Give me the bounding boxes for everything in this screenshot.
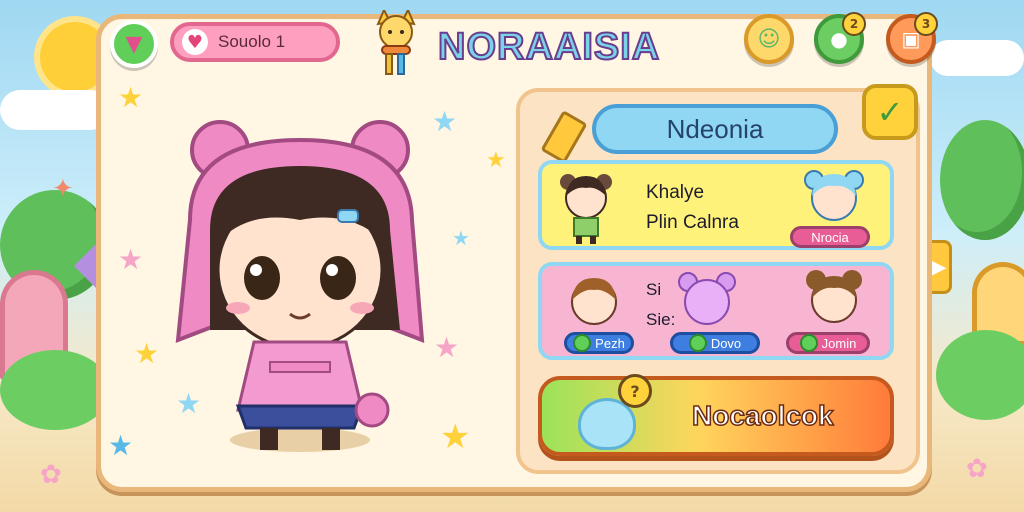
cloud <box>930 40 1024 76</box>
team-card-2[interactable]: Si Sie: Pezh Dovo Jomin <box>538 262 894 360</box>
bush <box>936 330 1024 420</box>
card1-tag: Nrocia <box>790 226 870 248</box>
character-icon: ☺ <box>757 26 781 52</box>
card1-line2: Plin Calnra <box>646 212 739 233</box>
action-button[interactable]: ? Nocaolcok <box>538 374 894 456</box>
panel-title: Ndeonia <box>592 104 838 154</box>
shop-badge: 3 <box>914 12 938 36</box>
check-icon <box>799 334 818 352</box>
check-icon: ✓ <box>876 93 904 131</box>
star-icon: ★ <box>118 81 144 114</box>
team-card-1[interactable]: Khalye Plin Calnra Nrocia <box>538 160 894 250</box>
game-logo: NORAAISIA <box>437 25 661 69</box>
card1-line1: Khalye <box>646 182 705 203</box>
star-icon: ★ <box>486 148 506 173</box>
star-icon: ★ <box>108 429 134 462</box>
avatar-icon <box>804 170 864 221</box>
avatar-icon <box>806 270 862 323</box>
arrow-left-icon[interactable] <box>74 244 96 288</box>
card2-tag-1-label: Pezh <box>595 335 625 351</box>
flower-icon: ✿ <box>40 460 62 490</box>
cloud <box>0 90 110 130</box>
card2-tag-1: Pezh <box>564 332 634 354</box>
card2-line2: Sie: <box>646 310 676 329</box>
help-badge: ? <box>618 374 652 408</box>
cat-mascot-icon <box>376 10 416 75</box>
card2-tag-3-label: Jomin <box>821 335 857 351</box>
avatar-icon <box>560 174 612 244</box>
avatar-icon <box>571 278 617 325</box>
tree <box>940 120 1024 240</box>
score-text: Souolo 1 <box>218 32 286 51</box>
check-icon <box>573 334 592 352</box>
action-button-label: Nocaolcok <box>691 399 834 432</box>
player-character <box>175 120 425 452</box>
confirm-button[interactable]: ✓ <box>862 84 918 140</box>
friends-button[interactable]: ☺ <box>744 14 794 64</box>
card2-tag-2: Dovo <box>670 332 760 354</box>
card2-tag-2-label: Dovo <box>710 335 742 351</box>
check-icon <box>688 334 707 352</box>
filter-funnel-icon: ▼ <box>125 31 143 57</box>
bush <box>0 350 110 430</box>
star-icon: ★ <box>452 226 470 250</box>
heart-icon: ♥ <box>182 29 208 55</box>
coins-button[interactable]: ● 2 <box>814 12 866 64</box>
avatar-icon <box>678 272 736 325</box>
flower-icon: ✿ <box>966 454 988 484</box>
sparkle-icon: ✦ <box>52 174 74 204</box>
filter-button[interactable]: ▼ <box>110 20 158 68</box>
shop-button[interactable]: ▣ 3 <box>886 12 938 64</box>
score-display: ♥ Souolo 1 <box>170 22 340 62</box>
card2-line1: Si <box>646 280 662 299</box>
coins-badge: 2 <box>842 12 866 36</box>
star-icon: ★ <box>118 243 144 276</box>
card2-tag-3: Jomin <box>786 332 870 354</box>
